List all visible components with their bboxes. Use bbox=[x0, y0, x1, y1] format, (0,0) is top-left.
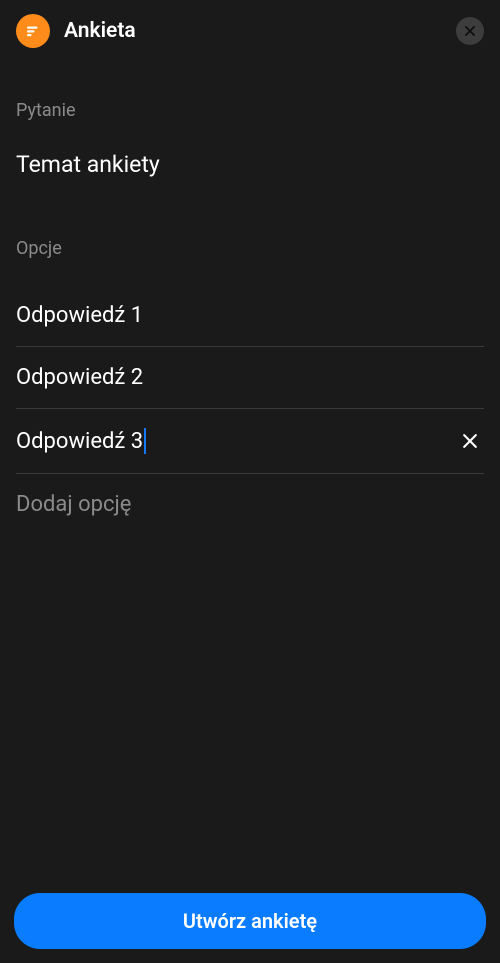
close-icon bbox=[463, 24, 477, 38]
option-input-2[interactable] bbox=[16, 365, 484, 390]
option-row bbox=[16, 285, 484, 347]
text-cursor bbox=[144, 428, 146, 454]
option-input-3[interactable]: Odpowiedź 3 bbox=[16, 428, 446, 454]
poll-icon bbox=[16, 14, 50, 48]
options-label: Opcje bbox=[16, 238, 484, 259]
option-row bbox=[16, 347, 484, 409]
header-title: Ankieta bbox=[64, 19, 442, 43]
remove-option-button[interactable] bbox=[456, 427, 484, 455]
create-poll-button[interactable]: Utwórz ankietę bbox=[14, 893, 486, 949]
footer: Utwórz ankietę bbox=[0, 879, 500, 963]
option-input-1[interactable] bbox=[16, 303, 484, 328]
x-icon bbox=[460, 431, 480, 451]
add-option-button[interactable]: Dodaj opcję bbox=[16, 474, 484, 535]
question-input[interactable] bbox=[16, 151, 484, 178]
question-label: Pytanie bbox=[16, 100, 484, 121]
option-row: Odpowiedź 3 bbox=[16, 409, 484, 474]
option-value-3: Odpowiedź 3 bbox=[16, 429, 143, 454]
header: Ankieta bbox=[0, 0, 500, 62]
content: Pytanie Opcje Odpowiedź 3 Dodaj opcję bbox=[0, 62, 500, 879]
close-button[interactable] bbox=[456, 17, 484, 45]
